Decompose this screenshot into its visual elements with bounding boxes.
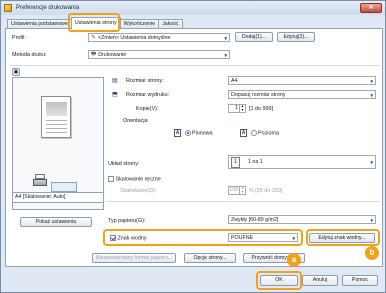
paper-type-label: Typ papieru(G): bbox=[108, 218, 146, 224]
portrait-icon: A bbox=[174, 129, 181, 137]
page-size-label: Rozmiar strony: bbox=[126, 78, 164, 84]
preview-page-icon bbox=[41, 96, 71, 138]
printer-output-icon bbox=[33, 174, 49, 188]
manual-scaling-option[interactable]: Skalowanie ręczne bbox=[108, 176, 161, 182]
spinner-arrows-icon[interactable]: ▲ ▼ bbox=[239, 186, 245, 194]
edit-watermark-button[interactable]: Edytuj znak wodny... bbox=[309, 233, 375, 243]
output-size-value: Dopasuj rozmiar strony bbox=[231, 91, 286, 98]
manual-scaling-label: Skalowanie ręczne bbox=[115, 176, 161, 183]
output-size-icon: ⬒ bbox=[112, 92, 118, 98]
orientation-landscape-option[interactable]: A Pozioma bbox=[240, 129, 279, 137]
page-layout-value: 1 na 1 bbox=[248, 159, 263, 165]
chevron-down-icon: ▼ bbox=[291, 236, 296, 241]
scaling-spinner[interactable]: 100 ▲ ▼ bbox=[228, 186, 246, 195]
watermark-label: Znak wodny bbox=[117, 235, 147, 242]
portrait-radio[interactable] bbox=[184, 130, 191, 136]
paper-stack-icon bbox=[51, 182, 77, 192]
callout-badge-a: a bbox=[287, 253, 301, 267]
profile-value: <Zmień> Ustawienia domyślne bbox=[98, 34, 171, 41]
profile-label: Profil: bbox=[12, 35, 26, 41]
page-layout-select[interactable]: 1 1 na 1 ▼ bbox=[228, 155, 376, 169]
landscape-label: Pozioma bbox=[258, 130, 279, 137]
copies-label: Kopie(V): bbox=[136, 106, 159, 112]
chevron-down-icon: ▼ bbox=[369, 218, 374, 223]
paper-type-value: Zwykły [60-89 g/m2] bbox=[231, 216, 279, 223]
help-button[interactable]: Pomoc bbox=[342, 275, 378, 286]
printer-icon: 🖶 bbox=[91, 51, 97, 57]
print-method-label: Metoda druku: bbox=[12, 52, 47, 58]
profile-select[interactable]: ✎ <Zmień> Ustawienia domyślne ▼ bbox=[88, 33, 230, 42]
chevron-down-icon: ▼ bbox=[223, 36, 228, 41]
print-method-select[interactable]: 🖶 Drukowanie ▼ bbox=[88, 50, 230, 59]
divider bbox=[106, 201, 380, 202]
landscape-icon: A bbox=[240, 129, 247, 137]
portrait-label: Pionowa bbox=[192, 130, 213, 137]
copies-spinner[interactable]: 1 ▲ ▼ bbox=[228, 104, 246, 113]
edit-profile-button[interactable]: Edytuj(2)... bbox=[277, 32, 315, 42]
page-preview bbox=[12, 77, 104, 210]
divider bbox=[10, 65, 380, 66]
output-size-label: Rozmiar wydruku: bbox=[126, 92, 170, 98]
cancel-button[interactable]: Anuluj bbox=[302, 275, 338, 286]
page-layout-label: Układ strony: bbox=[108, 161, 140, 167]
tab-page-setup[interactable]: Ustawienia strony bbox=[70, 17, 121, 29]
scaling-range: % [25 do 200] bbox=[249, 188, 283, 194]
chevron-down-icon: ▼ bbox=[369, 93, 374, 98]
page-size-select[interactable]: A4 ▼ bbox=[228, 76, 376, 85]
show-settings-button[interactable]: Pokaż ustawienia bbox=[20, 217, 92, 227]
orientation-label: Orientacja bbox=[123, 118, 148, 124]
window-title: Preferencje drukowania bbox=[16, 5, 80, 11]
pencil-icon: ✎ bbox=[91, 35, 97, 41]
printer-app-icon bbox=[4, 4, 12, 12]
watermark-checkbox[interactable] bbox=[110, 235, 116, 241]
output-size-select[interactable]: Dopasuj rozmiar strony ▼ bbox=[228, 90, 376, 99]
orientation-portrait-option[interactable]: A Pionowa bbox=[174, 129, 213, 137]
chevron-down-icon: ▼ bbox=[369, 160, 374, 165]
preview-status: A4 [Skalowanie: Auto] bbox=[12, 192, 104, 203]
scaling-value: 100 bbox=[229, 187, 238, 193]
title-bar: Preferencje drukowania ✕ bbox=[1, 1, 385, 15]
spinner-arrows-icon[interactable]: ▲ ▼ bbox=[239, 104, 245, 112]
paper-type-select[interactable]: Zwykły [60-89 g/m2] ▼ bbox=[228, 215, 376, 224]
callout-badge-b: b bbox=[365, 246, 379, 260]
chevron-down-icon: ▼ bbox=[223, 53, 228, 58]
manual-scaling-checkbox[interactable] bbox=[108, 176, 114, 182]
page-size-value: A4 bbox=[231, 77, 238, 84]
watermark-select[interactable]: POUFNE ▼ bbox=[228, 233, 298, 242]
landscape-radio[interactable] bbox=[250, 130, 257, 136]
printing-preferences-window: Preferencje drukowania ✕ Ustawienia pods… bbox=[0, 0, 386, 293]
scaling-label: Skalowanie(D): bbox=[120, 188, 157, 194]
page-options-button[interactable]: Opcje strony... bbox=[184, 253, 236, 263]
chevron-down-icon: ▼ bbox=[369, 79, 374, 84]
page-size-icon: ▤ bbox=[112, 78, 118, 84]
print-method-value: Drukowanie bbox=[98, 51, 127, 58]
close-icon[interactable]: ✕ bbox=[360, 3, 382, 13]
page-setup-panel: Profil: ✎ <Zmień> Ustawienia domyślne ▼ … bbox=[5, 28, 383, 267]
watermark-value: POUFNE bbox=[231, 234, 254, 241]
preview-mode-toggle[interactable]: ▣ bbox=[12, 68, 20, 76]
watermark-option[interactable]: Znak wodny bbox=[110, 235, 147, 241]
ok-button[interactable]: OK bbox=[260, 275, 298, 286]
copies-range: [1 do 999] bbox=[249, 106, 273, 112]
page-layout-icon: 1 bbox=[231, 156, 240, 168]
custom-paper-size-button[interactable]: Niestandardowy format papieru... bbox=[92, 253, 176, 263]
copies-value: 1 bbox=[235, 105, 238, 111]
add-profile-button[interactable]: Dodaj(1)... bbox=[235, 32, 273, 42]
